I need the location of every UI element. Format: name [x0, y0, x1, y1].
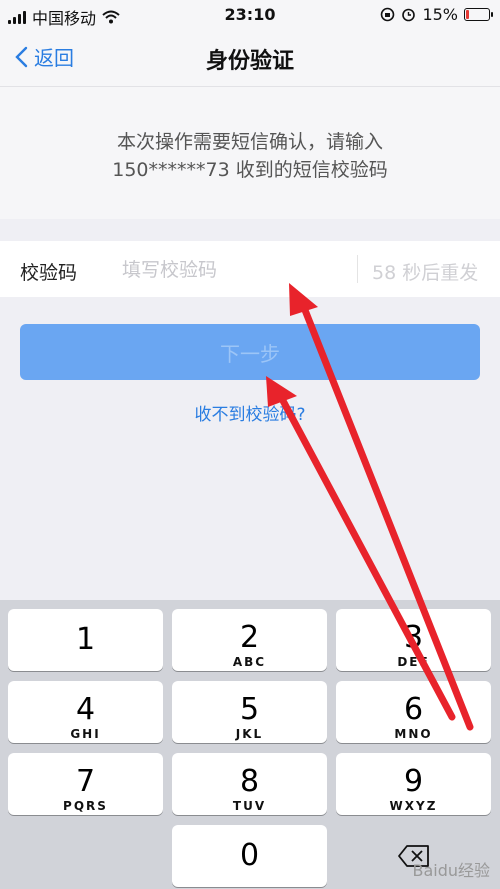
code-label: 校验码	[20, 262, 78, 284]
key-0[interactable]: 0	[172, 825, 327, 887]
resend-countdown[interactable]: 58 秒后重发	[372, 258, 478, 285]
numeric-keypad: 1 2 ABC 3 DEF 4 GHI 5 JKL 6 MNO 7 PQRS 8…	[0, 600, 500, 889]
notice-line-2: 150******73 收到的短信校验码	[112, 159, 388, 181]
key-3-letters: DEF	[397, 655, 430, 669]
key-2[interactable]: 2 ABC	[172, 609, 327, 671]
no-code-link[interactable]: 收不到校验码?	[0, 400, 500, 425]
key-6-letters: MNO	[394, 727, 433, 741]
key-3[interactable]: 3 DEF	[336, 609, 491, 671]
key-4-letters: GHI	[70, 727, 101, 741]
notice-line-1: 本次操作需要短信确认，请输入	[116, 131, 383, 153]
key-0-number: 0	[239, 838, 260, 873]
status-right: 15%	[380, 5, 493, 24]
battery-percent: 15%	[422, 5, 458, 24]
key-7-letters: PQRS	[63, 799, 108, 813]
divider	[357, 255, 358, 283]
rotation-lock-icon	[381, 7, 395, 22]
page-title: 身份验证	[205, 49, 294, 74]
key-3-number: 3	[403, 620, 424, 655]
key-6-number: 6	[403, 692, 424, 727]
key-9[interactable]: 9 WXYZ	[336, 753, 491, 815]
next-step-button[interactable]: 下一步	[20, 324, 480, 380]
key-1-number: 1	[75, 622, 96, 657]
key-4-number: 4	[75, 692, 96, 727]
navigation-bar: 返回 身份验证	[0, 30, 500, 87]
key-5-number: 5	[239, 692, 260, 727]
battery-icon	[464, 8, 493, 21]
verification-code-row: 校验码 58 秒后重发	[0, 241, 500, 297]
key-5-letters: JKL	[235, 727, 264, 741]
key-8[interactable]: 8 TUV	[172, 753, 327, 815]
key-9-letters: WXYZ	[389, 799, 438, 813]
status-bar: 中国移动 23:10 15%	[0, 0, 500, 30]
key-9-number: 9	[403, 764, 424, 799]
key-6[interactable]: 6 MNO	[336, 681, 491, 743]
alarm-icon	[402, 8, 416, 22]
key-2-letters: ABC	[232, 655, 267, 669]
watermark-logo: Baidu经验	[412, 861, 490, 880]
key-8-number: 8	[239, 764, 260, 799]
key-1[interactable]: 1	[8, 609, 163, 671]
key-2-number: 2	[239, 620, 260, 655]
key-5[interactable]: 5 JKL	[172, 681, 327, 743]
key-7[interactable]: 7 PQRS	[8, 753, 163, 815]
key-8-letters: TUV	[232, 799, 267, 813]
key-7-number: 7	[75, 764, 96, 799]
key-4[interactable]: 4 GHI	[8, 681, 163, 743]
sms-notice: 本次操作需要短信确认，请输入 150******73 收到的短信校验码	[0, 87, 500, 219]
verification-code-input[interactable]	[120, 253, 344, 287]
